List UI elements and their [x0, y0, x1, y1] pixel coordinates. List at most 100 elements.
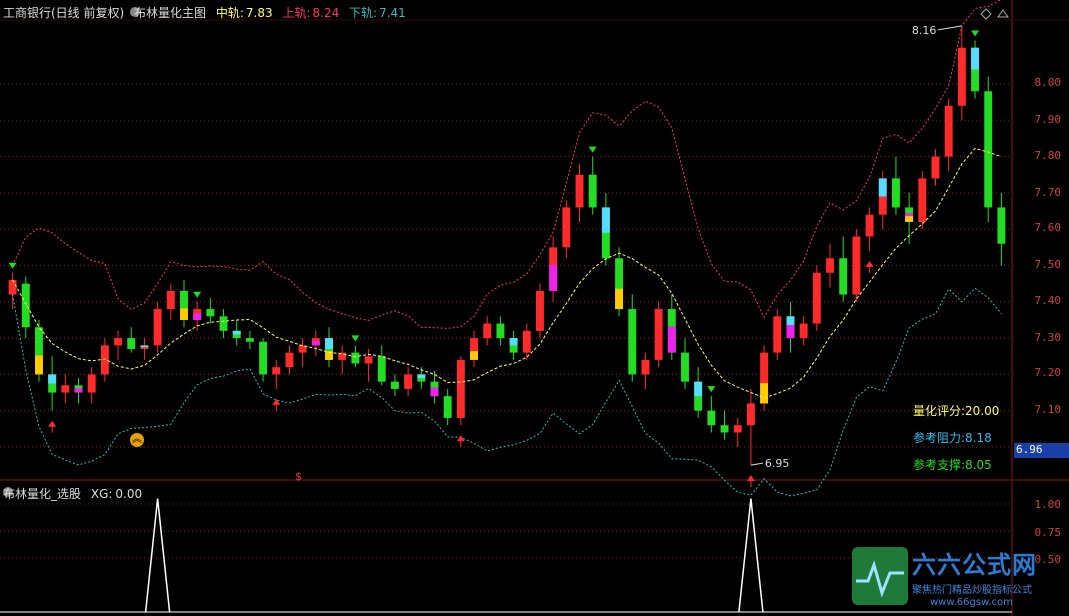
- candle-accent: [470, 351, 478, 360]
- sub-axis-tick: 1.00: [1034, 498, 1062, 511]
- candle-body: [839, 258, 848, 295]
- logo-icon: [852, 547, 908, 605]
- sub-indicator-name[interactable]: 布林量化_选股: [3, 487, 81, 501]
- axis-tick: 7.90: [1034, 113, 1062, 126]
- resistance-label: 参考阻力:: [913, 431, 966, 445]
- current-price-tag: 6.96: [1014, 443, 1069, 458]
- candle-body: [61, 385, 70, 393]
- candle-accent: [878, 178, 887, 197]
- axis-tick: 8.00: [1034, 76, 1062, 89]
- stock-title[interactable]: 工商银行(日线 前复权): [3, 6, 124, 20]
- candle-body: [390, 381, 399, 389]
- candle-accent: [193, 313, 202, 320]
- candle-body: [100, 345, 109, 375]
- score-label: 量化评分:: [913, 404, 966, 418]
- candle-body: [21, 283, 30, 328]
- sub-header: 布林量化_选股 XG: 0.00: [3, 485, 142, 502]
- xg-label: XG:: [90, 487, 113, 501]
- candle-accent: [232, 330, 241, 335]
- watermark-title: 六六公式网: [912, 551, 1037, 579]
- candle-accent: [48, 374, 57, 384]
- candle-body: [865, 214, 874, 237]
- candle-body: [562, 207, 571, 248]
- candle-body: [272, 367, 281, 375]
- candle-accent: [140, 345, 149, 348]
- signal-marker: $: [295, 470, 302, 483]
- watermark-subtitle: 聚焦热门精品炒股指标公式: [912, 585, 1032, 596]
- indicator-name[interactable]: 布林量化主图: [134, 6, 206, 20]
- candle-body: [245, 338, 254, 342]
- high-label: 8.16: [912, 24, 937, 37]
- candle-body: [707, 410, 716, 426]
- candle-accent: [417, 374, 426, 379]
- candle-body: [285, 352, 294, 368]
- candle-body: [931, 156, 940, 179]
- sell-arrow-icon: [971, 30, 980, 37]
- candle-accent: [35, 355, 43, 375]
- candle-accent: [325, 338, 333, 349]
- support-value: 8.05: [965, 458, 992, 472]
- candle-body: [219, 316, 228, 331]
- candle-accent: [615, 288, 624, 310]
- candle-accent: [430, 387, 439, 397]
- candle-body: [575, 174, 584, 208]
- axis-tick: 7.50: [1034, 258, 1062, 271]
- candle-body: [456, 359, 465, 418]
- candle-accent: [760, 383, 769, 404]
- candle-body: [812, 272, 821, 324]
- candle-body: [654, 309, 663, 360]
- axis-tick: 7.20: [1034, 366, 1062, 379]
- candle-body: [206, 309, 215, 317]
- candle-accent: [601, 207, 610, 233]
- candle-accent: [786, 325, 795, 339]
- candle-body: [536, 290, 544, 331]
- candle-body: [443, 396, 452, 418]
- mid-label: 中轨:: [215, 6, 244, 20]
- axis-tick: 7.40: [1034, 294, 1062, 307]
- candle-body: [681, 352, 689, 382]
- candle-body: [773, 316, 782, 353]
- candle-body: [377, 356, 386, 382]
- support-label: 参考支撑:: [913, 458, 966, 472]
- lower-value: 7.41: [379, 6, 406, 20]
- high-pointer: [937, 25, 962, 31]
- sell-arrow-icon: [193, 291, 202, 298]
- kline-chart[interactable]: 8.16 6.95: [0, 0, 1069, 616]
- candle-accent: [180, 308, 188, 320]
- watermark: 六六公式网 聚焦热门精品炒股指标公式 www.66gsw.com: [850, 545, 1065, 611]
- sell-arrow-icon: [707, 386, 716, 393]
- candle-body: [522, 330, 531, 353]
- candle-body: [720, 425, 729, 433]
- low-label: 6.95: [765, 457, 790, 470]
- diamond-icon: [980, 8, 992, 20]
- sub-axis-tick: 0.75: [1034, 526, 1062, 539]
- candle-body: [799, 323, 808, 339]
- candle-body: [826, 258, 834, 273]
- upper-label: 上轨:: [282, 6, 311, 20]
- candle-accent: [971, 47, 979, 70]
- xg-value: 0.00: [115, 487, 143, 501]
- axis-tick: 7.80: [1034, 149, 1062, 162]
- candle-body: [483, 323, 492, 339]
- buy-arrow-icon: [272, 398, 281, 405]
- candle-body: [588, 174, 597, 208]
- candle-body: [8, 280, 17, 295]
- candle-body: [259, 341, 268, 375]
- candle-body: [114, 338, 123, 346]
- chevron-up-icon[interactable]: ︽: [130, 433, 144, 447]
- watermark-url: www.66gsw.com: [930, 597, 1013, 608]
- candle-body: [997, 207, 1006, 244]
- candle-accent: [74, 388, 83, 393]
- lower-label: 下轨:: [349, 6, 378, 20]
- candle-body: [944, 105, 953, 157]
- candle-body: [733, 425, 742, 433]
- candle-accent: [509, 338, 518, 346]
- candle-body: [641, 359, 650, 375]
- candle-body: [404, 374, 413, 389]
- candle-body: [628, 309, 637, 375]
- sell-arrow-icon: [8, 262, 17, 269]
- upper-value: 8.24: [312, 6, 340, 20]
- axis-tick: 7.70: [1034, 186, 1062, 199]
- candle-body: [918, 178, 927, 222]
- candle-body: [166, 290, 175, 310]
